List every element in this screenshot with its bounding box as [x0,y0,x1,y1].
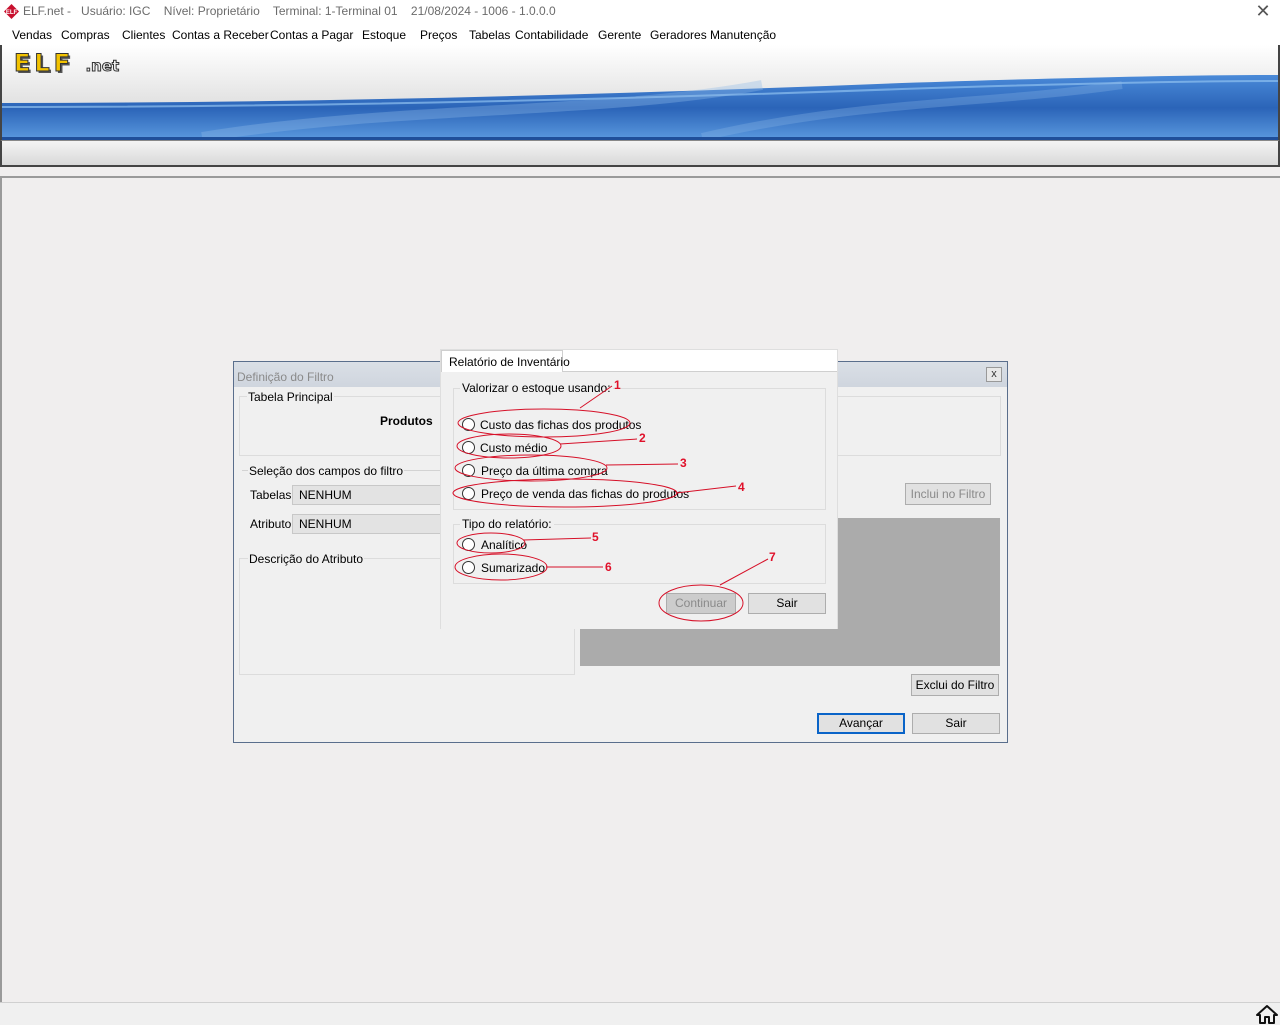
menu-compras[interactable]: Compras [61,28,110,42]
radio-sumarizado[interactable] [462,561,475,574]
exclui-filtro-button[interactable]: Exclui do Filtro [911,674,999,696]
custo-fichas-label[interactable]: Custo das fichas dos produtos [480,418,641,432]
valorizar-legend: Valorizar o estoque usando: [460,381,613,395]
continuar-button[interactable]: Continuar [666,593,736,614]
selecao-label: Seleção dos campos do filtro [248,464,405,478]
analitico-label[interactable]: Analítico [481,538,527,552]
avancar-button[interactable]: Avançar [817,713,905,734]
radio-custo-fichas[interactable] [462,418,475,431]
filter-sair-button[interactable]: Sair [912,713,1000,734]
tabela-principal-label: Tabela Principal [247,390,334,404]
filter-close-button[interactable]: x [986,367,1002,382]
inventory-report-dialog: Relatório de Inventário Valorizar o esto… [440,349,838,629]
filter-window-title: Definição do Filtro [237,370,334,384]
svg-text:ELF: ELF [6,10,18,16]
tabela-principal-value: Produtos [380,414,433,428]
app-logo-icon: ELF [4,4,19,19]
sumarizado-label[interactable]: Sumarizado [481,561,545,575]
menu-clientes[interactable]: Clientes [122,28,165,42]
preco-venda-label[interactable]: Preço de venda das fichas do produtos [481,487,689,501]
app-banner: ELF .net [0,45,1280,141]
menu-bar: Vendas Compras Clientes Contas a Receber… [0,23,1280,45]
inventory-sair-button[interactable]: Sair [748,593,826,614]
menu-contas-pagar[interactable]: Contas a Pagar [270,28,353,42]
logo-suffix-text: .net [85,57,120,76]
radio-custo-medio[interactable] [462,441,475,454]
tab-relatorio-inventario[interactable]: Relatório de Inventário [441,350,570,372]
descricao-label: Descrição do Atributo [248,552,365,566]
tabelas-field[interactable]: NENHUM [292,485,442,505]
custo-medio-label[interactable]: Custo médio [480,441,547,455]
menu-manutencao[interactable]: Manutenção [710,28,776,42]
banner-graphic [2,45,1278,141]
radio-analitico[interactable] [462,538,475,551]
tabelas-label: Tabelas [250,488,292,502]
menu-vendas[interactable]: Vendas [12,28,52,42]
inclui-filtro-button[interactable]: Inclui no Filtro [905,483,991,505]
menu-estoque[interactable]: Estoque [362,28,406,42]
preco-ultima-compra-label[interactable]: Preço da última compra [481,464,608,478]
menu-contas-receber[interactable]: Contas a Receber [172,28,269,42]
title-bar: ELF ELF.net - Usuário: IGC Nível: Propri… [0,0,1280,23]
menu-tabelas[interactable]: Tabelas [469,28,510,42]
atributo-label: Atributo [250,517,292,531]
elf-logo: ELF .net [13,49,120,78]
menu-precos[interactable]: Preços [420,28,457,42]
home-icon[interactable] [1256,1004,1278,1024]
close-window-button[interactable]: ✕ [1252,0,1274,22]
menu-contabilidade[interactable]: Contabilidade [515,28,588,42]
menu-gerente[interactable]: Gerente [598,28,641,42]
toolbar-strip [0,140,1280,167]
atributo-field[interactable]: NENHUM [292,514,442,534]
radio-preco-venda[interactable] [462,487,475,500]
status-bar [0,1002,1280,1025]
tipo-relatorio-group [453,524,826,584]
window-title: ELF.net - Usuário: IGC Nível: Proprietár… [23,4,556,18]
logo-main-text: ELF [13,49,75,78]
radio-preco-ultima-compra[interactable] [462,464,475,477]
tab-label: Relatório de Inventário [449,355,570,369]
menu-geradores[interactable]: Geradores [650,28,707,42]
tipo-relatorio-legend: Tipo do relatório: [460,517,554,531]
